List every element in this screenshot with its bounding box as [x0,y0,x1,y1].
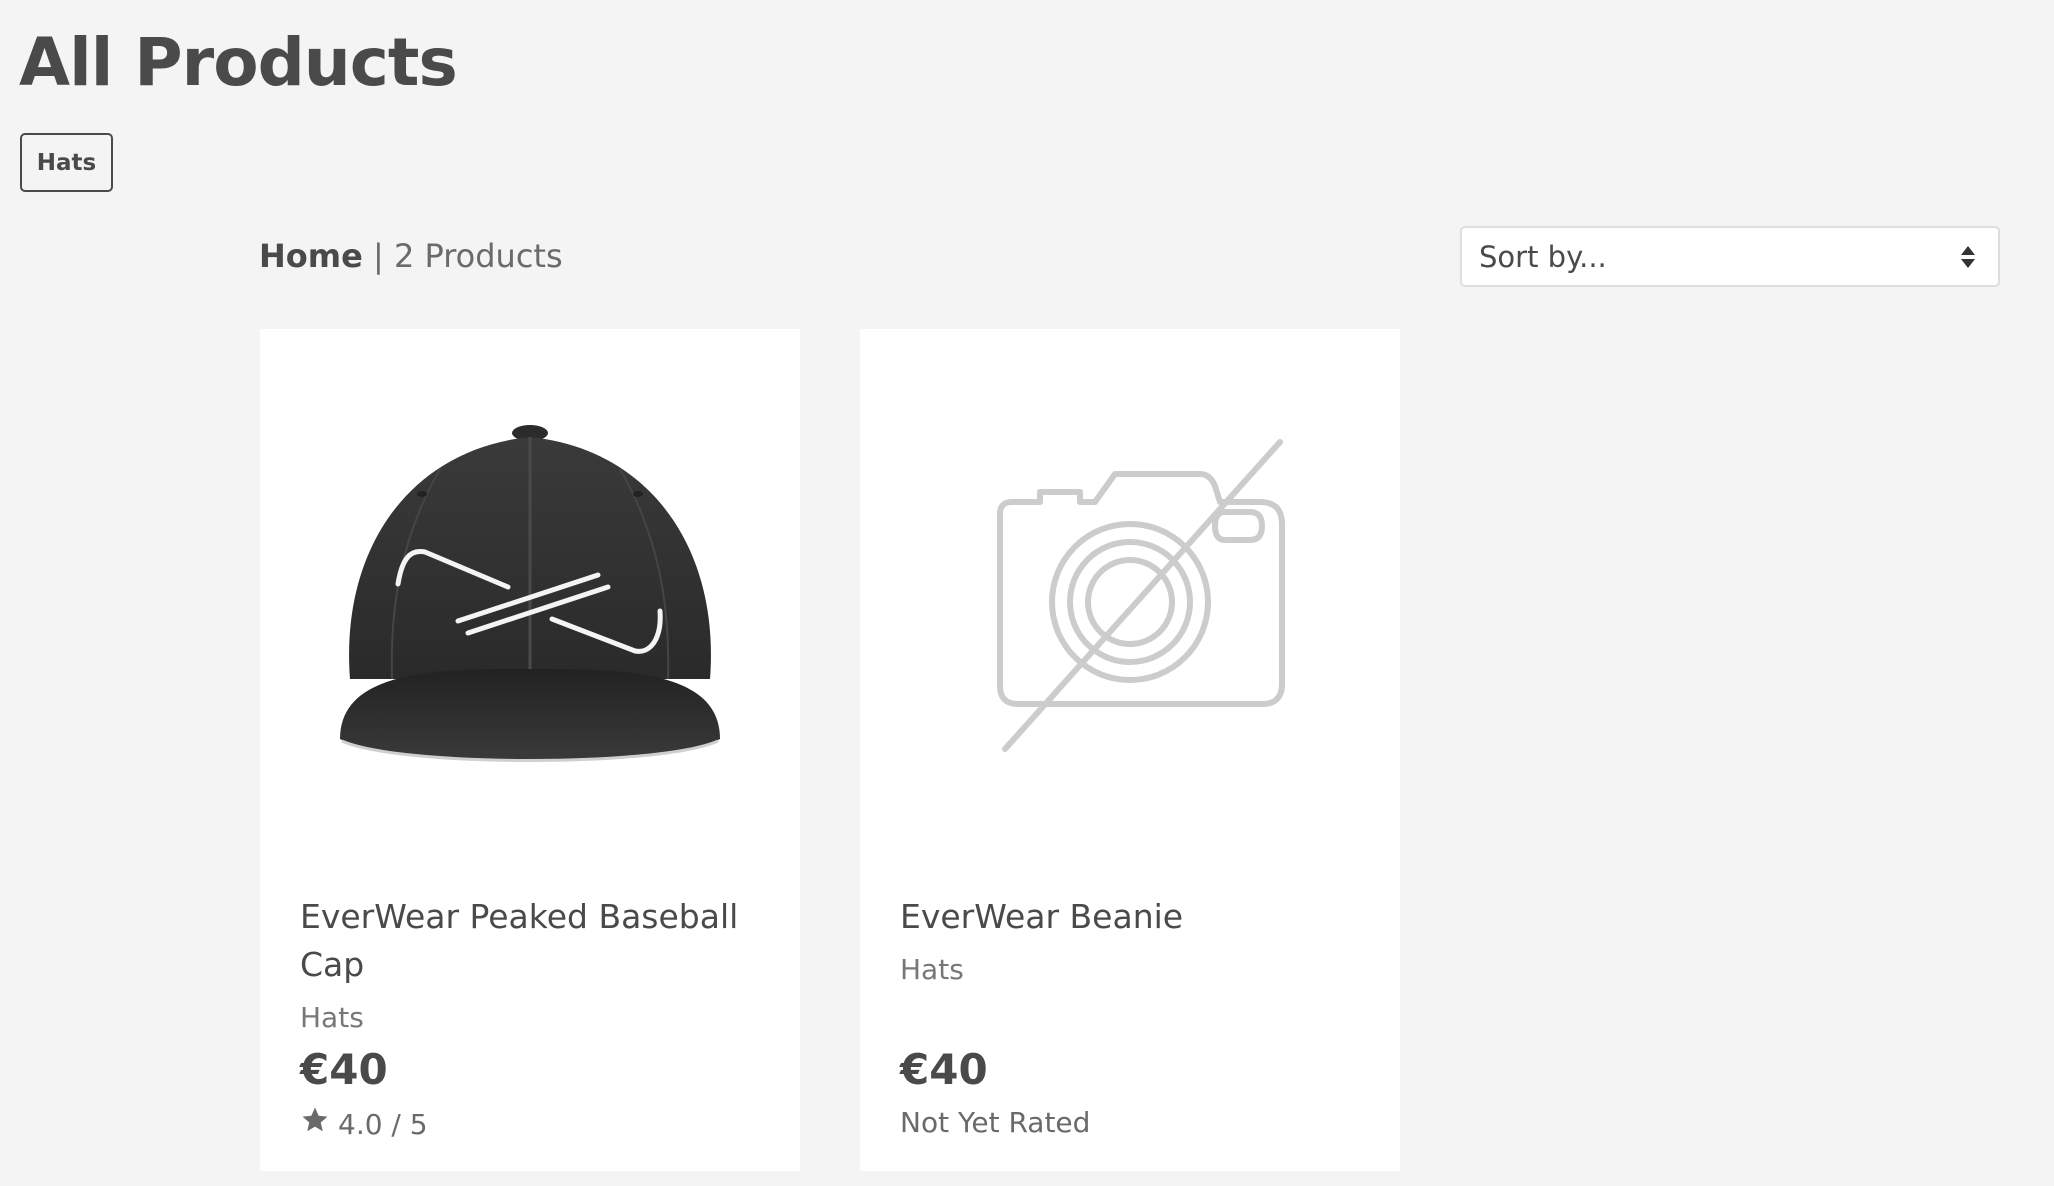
product-image[interactable] [260,329,800,869]
tag-filter-hats[interactable]: Hats [20,133,113,192]
product-count: 2 Products [393,237,563,275]
no-image-camera-icon [997,439,1285,752]
product-name[interactable]: EverWear Beanie [900,893,1370,941]
page-title: All Products [19,24,458,101]
product-category: Hats [900,953,964,986]
product-category: Hats [300,1001,364,1034]
product-rating: 4.0 / 5 [300,1105,428,1144]
rating-value: Not Yet Rated [900,1106,1091,1139]
breadcrumb: Home | 2 Products [259,236,563,276]
sort-select-value: Sort by... [1479,239,1607,274]
product-image[interactable] [860,329,1400,869]
product-card[interactable]: EverWear Peaked Baseball Cap Hats €40 4.… [260,329,800,1171]
baseball-cap-image [340,425,720,762]
product-card[interactable]: EverWear Beanie Hats €40 Not Yet Rated [860,329,1400,1171]
sort-arrows-icon [1960,245,1976,269]
product-price: €40 [900,1045,988,1094]
breadcrumb-home-link[interactable]: Home [259,237,363,275]
product-name[interactable]: EverWear Peaked Baseball Cap [300,893,770,989]
product-price: €40 [300,1045,388,1094]
rating-value: 4.0 / 5 [338,1107,428,1141]
sort-select[interactable]: Sort by... [1460,226,2000,287]
page: All Products Hats Home | 2 Products Sort… [0,0,2054,1186]
product-rating: Not Yet Rated [900,1105,1090,1141]
star-icon [300,1105,330,1144]
breadcrumb-separator: | [372,237,384,275]
